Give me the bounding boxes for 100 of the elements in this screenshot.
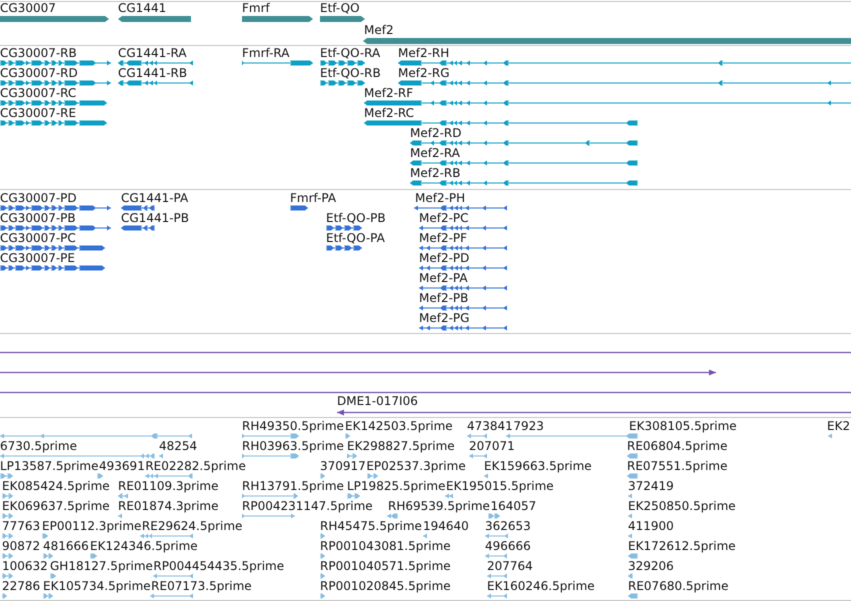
- protein-glyph[interactable]: [121, 204, 155, 211]
- transcript-glyph[interactable]: [364, 120, 638, 126]
- transcript-glyph[interactable]: [398, 80, 851, 86]
- est-glyph[interactable]: [0, 452, 155, 459]
- est-glyph[interactable]: [153, 572, 193, 579]
- est-glyph[interactable]: [90, 552, 97, 559]
- est-glyph[interactable]: [2, 592, 7, 599]
- est-glyph[interactable]: [628, 512, 632, 519]
- est-glyph[interactable]: [159, 452, 163, 459]
- transcript-glyph[interactable]: [0, 100, 107, 106]
- est-glyph[interactable]: [118, 512, 122, 519]
- gene-arrow-bar[interactable]: [118, 16, 191, 22]
- est-glyph[interactable]: [320, 472, 325, 479]
- protein-glyph[interactable]: [0, 224, 111, 231]
- est-glyph[interactable]: [50, 572, 56, 579]
- transcript-glyph[interactable]: [410, 180, 638, 186]
- est-glyph[interactable]: [320, 572, 325, 579]
- est-glyph[interactable]: [345, 432, 350, 439]
- est-glyph[interactable]: [488, 512, 500, 519]
- transcript-label: Etf-QO-RA: [320, 46, 380, 60]
- est-glyph[interactable]: [423, 532, 427, 539]
- protein-glyph[interactable]: [0, 244, 105, 251]
- est-glyph[interactable]: [2, 532, 13, 539]
- est-glyph[interactable]: [320, 592, 325, 599]
- est-glyph[interactable]: [2, 512, 13, 519]
- est-glyph[interactable]: [487, 572, 507, 579]
- est-glyph[interactable]: [320, 552, 325, 559]
- est-glyph[interactable]: [445, 492, 453, 499]
- protein-label: Mef2-PA: [419, 272, 468, 285]
- est-glyph[interactable]: [627, 472, 638, 479]
- transcript-glyph[interactable]: [398, 60, 851, 66]
- protein-glyph[interactable]: [414, 204, 507, 211]
- est-glyph[interactable]: [628, 492, 632, 499]
- est-glyph[interactable]: [0, 472, 13, 479]
- est-glyph[interactable]: [0, 432, 192, 439]
- protein-glyph[interactable]: [121, 224, 155, 231]
- est-glyph[interactable]: [628, 552, 638, 559]
- est-glyph[interactable]: [469, 452, 487, 459]
- est-glyph[interactable]: [242, 512, 295, 519]
- est-glyph[interactable]: [2, 492, 13, 499]
- protein-glyph[interactable]: [419, 324, 507, 331]
- est-glyph[interactable]: [320, 532, 325, 539]
- est-glyph[interactable]: [118, 492, 128, 499]
- protein-glyph[interactable]: [326, 224, 362, 231]
- gene-arrow-bar[interactable]: [320, 16, 365, 22]
- protein-glyph[interactable]: [419, 264, 507, 271]
- est-glyph[interactable]: [347, 452, 357, 459]
- transcript-glyph[interactable]: [364, 100, 851, 106]
- transcript-label: Fmrf-RA: [242, 46, 290, 60]
- est-glyph[interactable]: [627, 452, 638, 459]
- est-glyph[interactable]: [242, 452, 299, 459]
- est-glyph[interactable]: [628, 532, 632, 539]
- est-glyph[interactable]: [145, 472, 193, 479]
- transcript-glyph[interactable]: [242, 60, 313, 66]
- transcript-label: CG30007-RC: [0, 86, 76, 100]
- est-glyph[interactable]: [367, 472, 378, 479]
- est-glyph[interactable]: [506, 432, 626, 439]
- est-glyph[interactable]: [467, 432, 487, 439]
- gene-arrow-bar[interactable]: [363, 38, 851, 44]
- est-glyph[interactable]: [140, 532, 193, 539]
- protein-glyph[interactable]: [0, 204, 111, 211]
- est-glyph[interactable]: [347, 492, 360, 499]
- transcript-glyph[interactable]: [118, 80, 193, 86]
- protein-label: CG1441-PA: [121, 192, 188, 205]
- transcript-glyph[interactable]: [410, 160, 638, 166]
- est-glyph[interactable]: [485, 552, 507, 559]
- est-glyph[interactable]: [828, 432, 832, 439]
- est-glyph[interactable]: [628, 592, 638, 599]
- transcript-glyph[interactable]: [118, 60, 193, 66]
- est-glyph[interactable]: [242, 492, 298, 499]
- est-glyph[interactable]: [42, 532, 48, 539]
- transcript-glyph[interactable]: [320, 60, 365, 66]
- transcript-glyph[interactable]: [320, 80, 365, 86]
- est-glyph[interactable]: [2, 552, 13, 559]
- protein-glyph[interactable]: [419, 304, 507, 311]
- est-glyph[interactable]: [97, 472, 103, 479]
- protein-glyph[interactable]: [290, 204, 308, 211]
- est-glyph[interactable]: [626, 432, 638, 439]
- protein-glyph[interactable]: [0, 264, 105, 271]
- transcript-glyph[interactable]: [0, 80, 111, 86]
- est-glyph[interactable]: [150, 592, 193, 599]
- clone-line[interactable]: [337, 408, 851, 416]
- protein-glyph[interactable]: [326, 244, 362, 251]
- est-glyph[interactable]: [628, 572, 633, 579]
- protein-glyph[interactable]: [419, 224, 507, 231]
- est-glyph[interactable]: [242, 432, 299, 439]
- est-glyph[interactable]: [43, 552, 53, 559]
- est-glyph[interactable]: [484, 472, 488, 479]
- transcript-glyph[interactable]: [410, 140, 638, 146]
- est-glyph[interactable]: [43, 592, 53, 599]
- transcript-glyph[interactable]: [0, 60, 111, 66]
- est-glyph[interactable]: [485, 532, 508, 539]
- est-glyph[interactable]: [487, 592, 507, 599]
- clone-line[interactable]: [0, 368, 716, 376]
- protein-glyph[interactable]: [419, 284, 507, 291]
- transcript-glyph[interactable]: [0, 120, 107, 126]
- protein-glyph[interactable]: [419, 244, 507, 251]
- est-glyph[interactable]: [2, 572, 13, 579]
- est-glyph[interactable]: [387, 512, 398, 519]
- gene-arrow-bar[interactable]: [242, 16, 313, 22]
